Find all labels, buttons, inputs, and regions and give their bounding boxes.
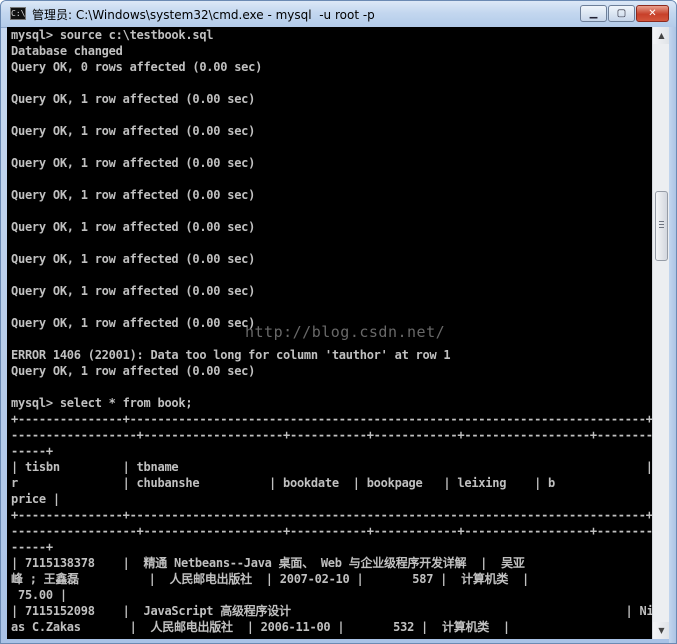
console-line: Query OK, 0 rows affected (0.00 sec) <box>11 60 263 74</box>
scroll-down-arrow-icon[interactable]: ▼ <box>653 622 670 639</box>
scrollbar-thumb[interactable] <box>655 191 668 261</box>
console-line: mysql> source c:\testbook.sql <box>11 28 214 42</box>
console-line: 峰 ; 王鑫磊 | 人民邮电出版社 | 2007-02-10 | 587 | 计… <box>11 572 530 586</box>
maximize-button[interactable]: ▢ <box>608 5 635 22</box>
console-line: ------------------+--------------------+… <box>11 524 652 538</box>
console-line: r | chubanshe | bookdate | bookpage | le… <box>11 476 556 490</box>
console-line: Query OK, 1 row affected (0.00 sec) <box>11 92 256 106</box>
window-frame-edge <box>669 27 676 643</box>
window-title: 管理员: C:\Windows\system32\cmd.exe - mysql… <box>32 8 375 22</box>
blog-watermark: http://blog.csdn.net/ <box>245 323 446 341</box>
cmd-app-icon[interactable]: C:\ <box>10 7 26 20</box>
console-line: Query OK, 1 row affected (0.00 sec) <box>11 124 256 138</box>
console-line: +---------------+-----------------------… <box>11 508 652 522</box>
close-button[interactable]: ✕ <box>636 5 669 22</box>
console-line: mysql> select * from book; <box>11 396 193 410</box>
console-line: ERROR 1406 (22001): Data too long for co… <box>11 348 451 362</box>
scrollbar-grip-icon <box>659 221 664 230</box>
vertical-scrollbar[interactable]: ▲ ▼ <box>652 27 670 639</box>
console-line: Query OK, 1 row affected (0.00 sec) <box>11 316 256 330</box>
console-line: 75.00 | <box>11 588 67 602</box>
console-line: ------------------+--------------------+… <box>11 428 652 442</box>
console-output[interactable]: mysql> source c:\testbook.sql Database c… <box>7 27 652 639</box>
console-line: Query OK, 1 row affected (0.00 sec) <box>11 188 256 202</box>
title-bar[interactable]: C:\ 管理员: C:\Windows\system32\cmd.exe - m… <box>1 1 676 28</box>
console-line: -----+ <box>11 540 53 554</box>
console-line: +---------------+-----------------------… <box>11 412 652 426</box>
console-line: price | <box>11 492 60 506</box>
console-line: | 7115152098 | JavaScript 高级程序设计 | Nicho… <box>11 604 652 618</box>
console-line: Query OK, 1 row affected (0.00 sec) <box>11 252 256 266</box>
console-line: as C.Zakas | 人民邮电出版社 | 2006-11-00 | 532 … <box>11 620 510 634</box>
console-line: | 7115138378 | 精通 Netbeans--Java 桌面、 Web… <box>11 556 525 570</box>
scroll-up-arrow-icon[interactable]: ▲ <box>653 27 670 44</box>
console-line: -----+ <box>11 444 53 458</box>
console-line: Query OK, 1 row affected (0.00 sec) <box>11 284 256 298</box>
minimize-button[interactable]: ▁ <box>580 5 607 22</box>
console-line: Query OK, 1 row affected (0.00 sec) <box>11 220 256 234</box>
cmd-window: C:\ 管理员: C:\Windows\system32\cmd.exe - m… <box>0 0 677 644</box>
console-line: Database changed <box>11 44 123 58</box>
console-line: | tisbn | tbname | tautho <box>11 460 652 474</box>
console-line: Query OK, 1 row affected (0.00 sec) <box>11 364 256 378</box>
console-line: Query OK, 1 row affected (0.00 sec) <box>11 156 256 170</box>
